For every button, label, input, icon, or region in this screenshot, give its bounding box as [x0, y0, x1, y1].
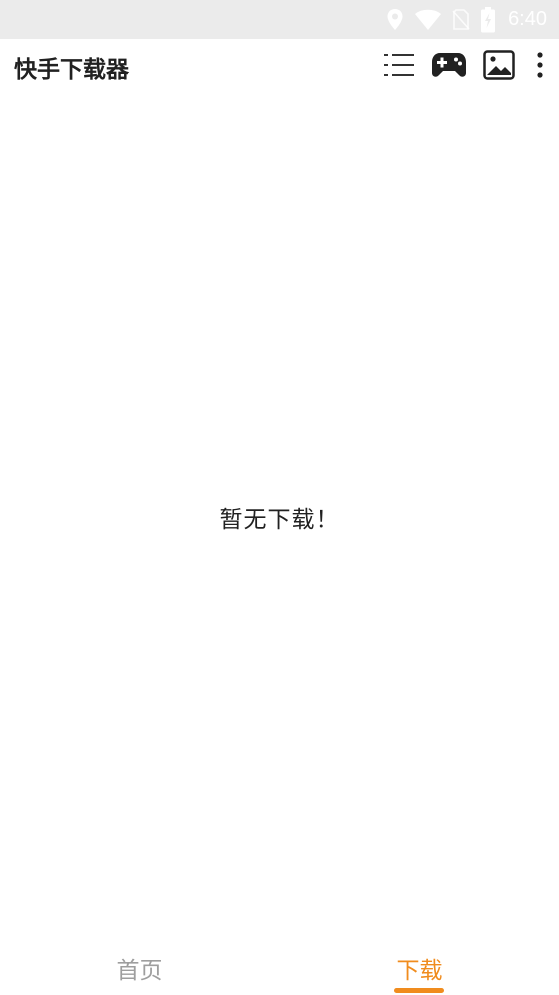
game-button[interactable]	[429, 39, 469, 95]
app-title: 快手下载器	[14, 57, 129, 83]
status-time: 6:40	[508, 8, 547, 30]
no-sim-icon	[452, 8, 470, 31]
gamepad-icon	[431, 52, 467, 82]
empty-downloads-message: 暂无下载！	[219, 507, 340, 533]
location-icon	[386, 8, 404, 32]
app-bar: 快手下载器	[0, 39, 559, 95]
list-button[interactable]	[379, 39, 419, 95]
wifi-icon	[414, 9, 442, 31]
tab-home-label: 首页	[116, 958, 163, 984]
list-icon	[383, 51, 415, 83]
tab-download[interactable]: 下载	[280, 935, 559, 995]
tab-download-label: 下载	[396, 958, 443, 984]
gallery-button[interactable]	[479, 39, 519, 95]
selected-tab-indicator	[394, 988, 444, 993]
battery-charging-icon	[480, 6, 496, 33]
tab-home[interactable]: 首页	[0, 935, 279, 995]
screen: 6:40 快手下载器 暂无下载！ 首页 下载	[0, 0, 559, 995]
image-icon	[483, 50, 515, 84]
bottom-tab-bar: 首页 下载	[0, 935, 559, 995]
more-options-button[interactable]	[533, 39, 547, 95]
status-bar: 6:40	[0, 0, 559, 39]
more-vert-icon	[537, 52, 543, 82]
toolbar-actions	[379, 39, 547, 95]
